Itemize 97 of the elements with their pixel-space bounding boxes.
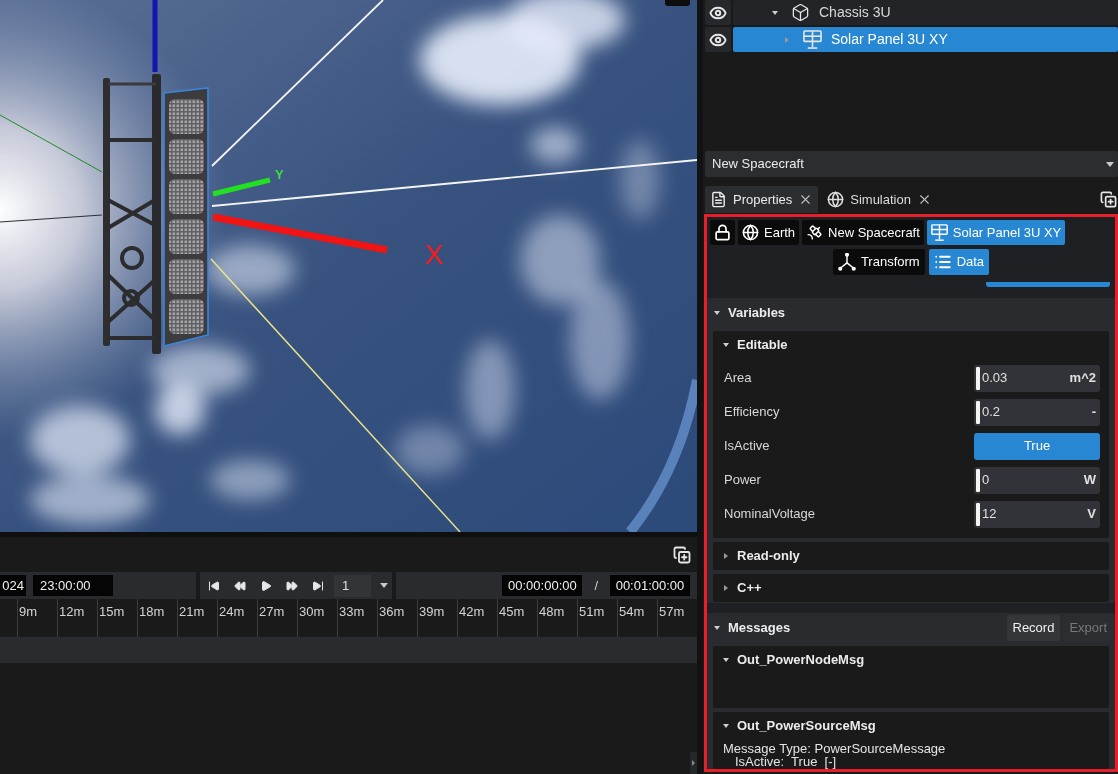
section-header[interactable]: Variables (707, 298, 1115, 327)
message-field: IsActive: True [-] (723, 755, 837, 768)
rewind-icon[interactable] (234, 579, 246, 592)
toggle-button[interactable]: True (974, 432, 1100, 460)
list-icon (933, 253, 952, 271)
field-label: Area (724, 369, 752, 388)
field-label: Power (724, 471, 761, 490)
end-time-field[interactable]: 00:01:00:00 (610, 575, 690, 596)
speed-field[interactable]: 1 (334, 574, 371, 597)
ruler-label: 33m (339, 604, 365, 619)
field-label: NominalVoltage (724, 505, 816, 524)
ruler-label: 12m (59, 604, 85, 619)
panel-tab[interactable]: Properties (705, 186, 819, 213)
caret-icon[interactable] (723, 723, 729, 729)
ruler-label: 9m (19, 604, 38, 619)
field-label: IsActive (724, 437, 770, 456)
current-time-field[interactable]: 00:00:00:00 (502, 575, 583, 596)
skip-end-icon[interactable] (312, 579, 324, 592)
caret-icon[interactable] (723, 585, 729, 591)
add-panel-icon[interactable] (673, 545, 691, 564)
breadcrumb-button[interactable]: Earth (738, 220, 800, 245)
number-field[interactable]: 0.2 - (974, 398, 1100, 426)
cube-icon (791, 3, 810, 22)
drag-handle[interactable] (976, 502, 980, 526)
section-header[interactable]: Messages (707, 613, 799, 642)
lock-icon (714, 224, 731, 241)
ruler-label: 27m (259, 604, 285, 619)
caret-icon[interactable] (714, 309, 720, 316)
caret-icon[interactable] (772, 9, 778, 16)
add-panel-icon[interactable] (1100, 191, 1117, 208)
ruler-label: 42m (459, 604, 485, 619)
caret-icon[interactable] (723, 553, 729, 559)
z-axis-handle[interactable] (152, 0, 158, 72)
caret-icon[interactable] (714, 624, 720, 631)
breadcrumb-button[interactable] (710, 220, 735, 245)
number-field[interactable]: 12 V (974, 500, 1100, 528)
solar-panel-icon (803, 30, 822, 49)
solar-panel-icon (930, 224, 948, 241)
ruler-label: 21m (179, 604, 205, 619)
ruler-label: 36m (379, 604, 405, 619)
ruler-label: 45m (499, 604, 525, 619)
ruler-label: 51m (579, 604, 605, 619)
tree-row[interactable]: Chassis 3U (733, 0, 1118, 25)
number-field[interactable]: 0 W (974, 466, 1100, 494)
number-field[interactable]: 0.03 m^2 (974, 364, 1100, 392)
drag-handle[interactable] (976, 400, 980, 424)
breadcrumb-button[interactable]: Solar Panel 3U XY (926, 220, 1066, 245)
ruler-label: 30m (299, 604, 325, 619)
globe-icon (827, 191, 845, 208)
ruler-label: 39m (419, 604, 445, 619)
unit-label: m^2 (1069, 369, 1096, 388)
unit-label: - (1091, 403, 1096, 422)
ruler-label: 18m (139, 604, 165, 619)
breadcrumb-button[interactable]: New Spacecraft (802, 220, 924, 245)
globe-icon (742, 224, 759, 241)
group-header[interactable]: C++ (713, 574, 1109, 602)
fast-forward-icon[interactable] (286, 579, 298, 592)
time-separator: / (594, 576, 598, 595)
drag-handle[interactable] (976, 366, 980, 390)
play-icon[interactable] (260, 579, 272, 592)
view-tab[interactable]: Data (928, 249, 990, 275)
caret-icon[interactable] (723, 657, 729, 663)
dropdown-caret-icon[interactable] (380, 583, 388, 588)
ruler-label: 24m (219, 604, 245, 619)
tree-row[interactable]: Solar Panel 3U XY (733, 27, 1118, 52)
object-dropdown[interactable]: New Spacecraft (705, 151, 1118, 177)
message-text: Message Type: PowerSourceMessage (723, 742, 946, 755)
ruler-label: 57m (659, 604, 685, 619)
y-axis-handle[interactable] (212, 177, 271, 197)
x-axis-handle[interactable] (212, 213, 388, 254)
ruler-label: 15m (99, 604, 125, 619)
group-header[interactable]: Read-only (713, 542, 1109, 570)
date-field[interactable]: 024 (0, 575, 26, 596)
unit-label: W (1083, 471, 1096, 490)
dropdown-caret-icon[interactable] (1106, 161, 1114, 167)
field-label: Efficiency (724, 403, 780, 422)
group-header[interactable]: Out_PowerNodeMsg (713, 646, 1109, 674)
satellite-icon (806, 224, 824, 241)
skip-start-icon[interactable] (208, 579, 220, 592)
view-tab[interactable]: Transform (832, 249, 925, 275)
ruler-label: 48m (539, 604, 565, 619)
timeline-track[interactable] (0, 637, 697, 663)
ruler-label: 54m (619, 604, 645, 619)
visibility-toggle[interactable] (705, 27, 731, 52)
group-header[interactable]: Editable (713, 331, 1109, 359)
group-header[interactable]: Out_PowerSourceMsg (713, 712, 1109, 740)
axis-label: X (425, 240, 444, 270)
satellite-drawing[interactable] (103, 74, 209, 354)
drag-handle[interactable] (976, 468, 980, 492)
axes-icon (837, 253, 856, 271)
axis-label: Y (275, 168, 284, 182)
visibility-toggle[interactable] (705, 0, 731, 25)
message-button[interactable]: Record (1006, 614, 1061, 641)
caret-icon[interactable] (723, 342, 729, 348)
time-field[interactable]: 23:00:00 (33, 575, 113, 596)
document-icon (710, 191, 727, 208)
unit-label: V (1087, 505, 1096, 524)
